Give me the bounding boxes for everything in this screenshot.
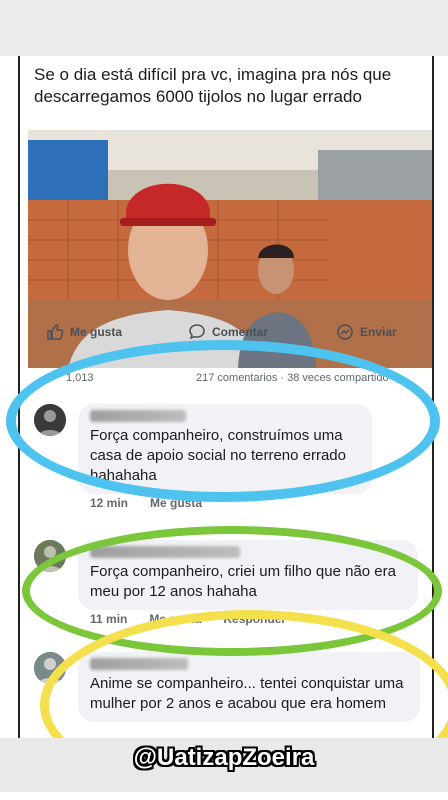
person-icon	[34, 540, 66, 572]
comment-time[interactable]: 11 min	[90, 612, 127, 626]
comment-bubble: Força companheiro, criei um filho que nã…	[78, 540, 418, 610]
comments-shares-count[interactable]: 217 comentarios · 38 veces compartido	[196, 372, 389, 384]
like-label: Me gusta	[70, 325, 123, 339]
person-icon	[34, 404, 66, 436]
comment-like-link[interactable]: Me gusta	[149, 612, 201, 626]
commenter-name-blurred[interactable]	[90, 546, 240, 558]
comment-label: Comentar	[212, 325, 269, 339]
thumbs-up-icon	[47, 324, 64, 340]
comment-action[interactable]: Comentar	[188, 318, 268, 346]
comment-like-link[interactable]: Me gusta	[150, 496, 202, 510]
commenter-name-blurred[interactable]	[90, 658, 188, 670]
commenter-name-blurred[interactable]	[90, 410, 186, 422]
avatar[interactable]	[34, 652, 66, 684]
comment-bubble: Anime se companheiro... tentei conquista…	[78, 652, 420, 722]
avatar[interactable]	[34, 540, 66, 572]
avatar[interactable]	[34, 404, 66, 436]
comment-meta: 11 min Me gusta Responder	[90, 612, 286, 626]
post-text: Se o dia está difícil pra vc, imagina pr…	[34, 65, 392, 106]
person-icon	[34, 652, 66, 684]
comment-reply-link[interactable]: Responder	[223, 612, 286, 626]
watermark-handle: @UatizapZoeira	[133, 744, 315, 771]
post-stats: 1,013 217 comentarios · 38 veces compart…	[20, 372, 432, 388]
status-bar-area	[0, 0, 448, 56]
comment-meta: 12 min Me gusta	[90, 496, 202, 510]
share-label: Enviar	[360, 325, 397, 339]
comment-bubble: Força companheiro, construímos uma casa …	[78, 404, 372, 494]
comment-time[interactable]: 12 min	[90, 496, 128, 510]
comment-text: Anime se companheiro... tentei conquista…	[90, 675, 404, 712]
facebook-post-card: Se o dia está difícil pra vc, imagina pr…	[18, 56, 434, 738]
messenger-icon	[337, 324, 353, 340]
post-actions-bar: Me gusta Comentar Enviar	[20, 318, 432, 348]
reaction-count[interactable]: 1,013	[66, 372, 94, 384]
comment-icon	[189, 324, 205, 340]
comment-text: Força companheiro, criei um filho que nã…	[90, 563, 396, 600]
like-action[interactable]: Me gusta	[46, 318, 122, 346]
share-action[interactable]: Enviar	[336, 318, 397, 346]
comment-text: Força companheiro, construímos uma casa …	[90, 427, 346, 484]
